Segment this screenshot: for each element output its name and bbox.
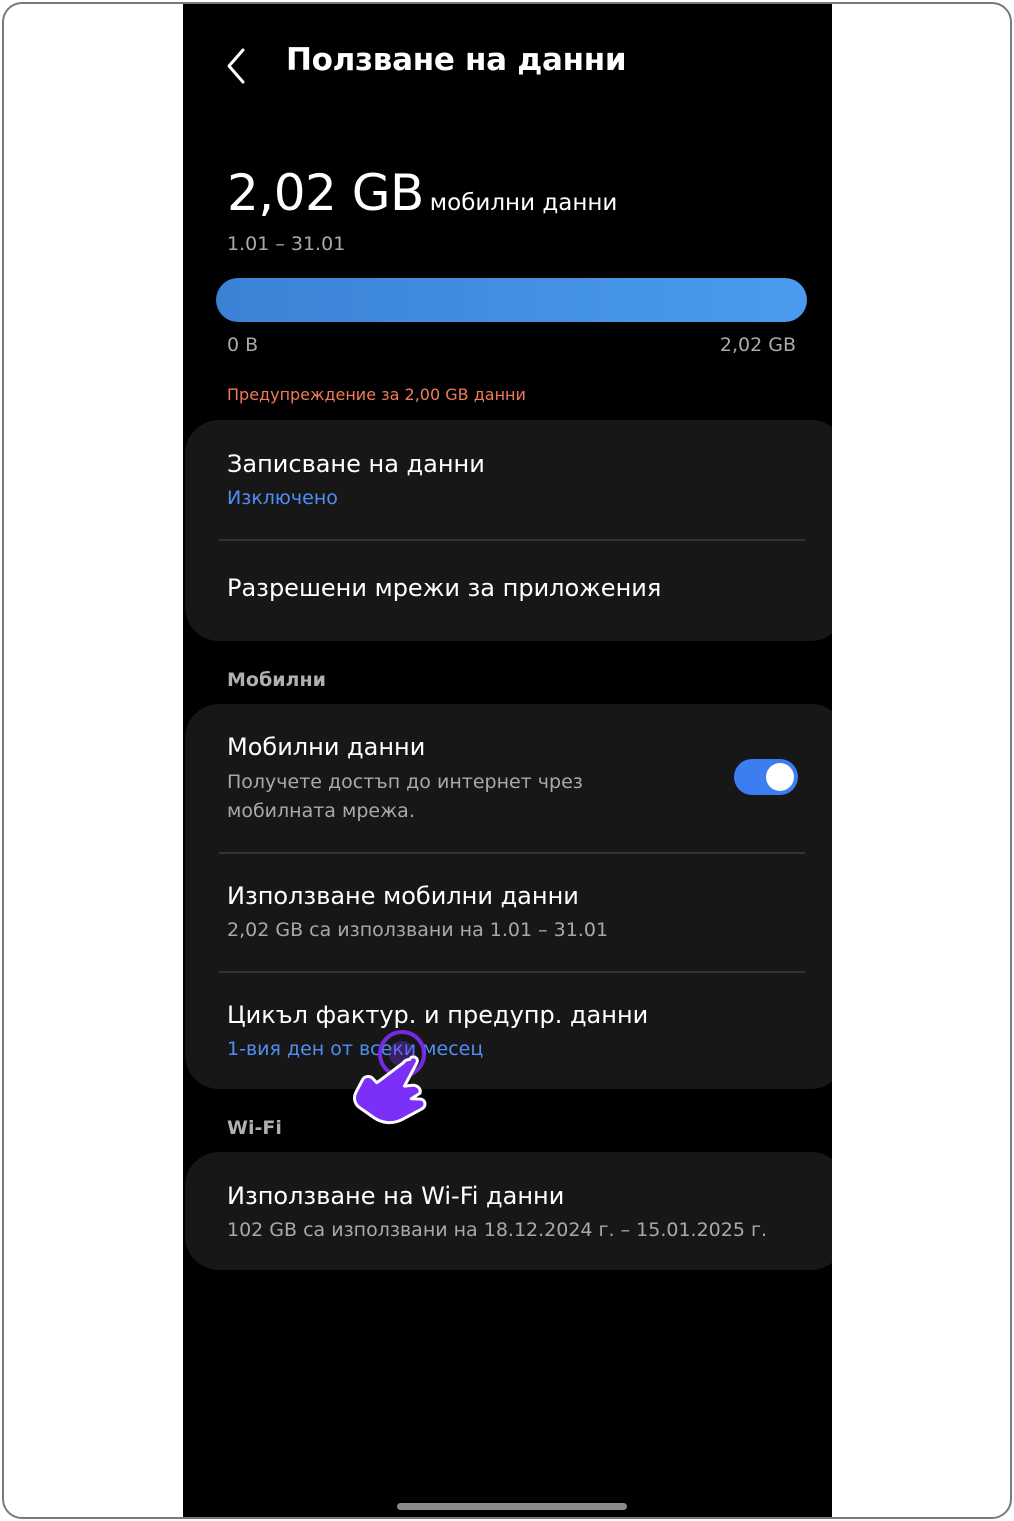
billing-cycle-title: Цикъл фактур. и предупр. данни xyxy=(227,1001,649,1029)
data-saver-row[interactable]: Записване на данни Изключено xyxy=(185,420,832,538)
usage-unit: мобилни данни xyxy=(429,190,618,216)
wifi-card: Използване на Wi-Fi данни 102 GB са изпо… xyxy=(185,1152,832,1270)
mobile-data-desc-line2: мобилната мрежа. xyxy=(227,800,415,822)
allowed-networks-row[interactable]: Разрешени мрежи за приложения xyxy=(185,541,832,641)
usage-period: 1.01 – 31.01 xyxy=(227,233,346,255)
back-button[interactable] xyxy=(219,40,259,88)
mobile-data-title: Мобилни данни xyxy=(227,733,426,761)
billing-cycle-row[interactable]: Цикъл фактур. и предупр. данни 1-вия ден… xyxy=(185,973,832,1089)
data-saver-card: Записване на данни Изключено Разрешени м… xyxy=(185,420,832,641)
bar-max-label: 2,02 GB xyxy=(719,334,796,356)
data-saver-title: Записване на данни xyxy=(227,450,485,478)
section-label-wifi: Wi-Fi xyxy=(227,1117,282,1139)
mobile-data-usage-title: Използване мобилни данни xyxy=(227,882,579,910)
mobile-data-desc-line1: Получете достъп до интернет чрез xyxy=(227,771,583,793)
mobile-data-toggle[interactable] xyxy=(734,759,798,795)
wifi-usage-row[interactable]: Използване на Wi-Fi данни 102 GB са изпо… xyxy=(185,1152,832,1270)
usage-progress-bar xyxy=(216,278,807,322)
section-label-mobile: Мобилни xyxy=(227,669,326,691)
mobile-data-usage-row[interactable]: Използване мобилни данни 2,02 GB са изпо… xyxy=(185,854,832,971)
usage-amount: 2,02 GB xyxy=(227,164,424,222)
allowed-networks-title: Разрешени мрежи за приложения xyxy=(227,574,662,602)
billing-cycle-sub: 1-вия ден от всеки месец xyxy=(227,1038,484,1060)
usage-summary: 2,02 GB мобилни данни xyxy=(227,164,617,222)
mobile-data-row[interactable]: Мобилни данни Получете достъп до интерне… xyxy=(185,704,832,852)
usage-progress-fill xyxy=(216,278,807,322)
app-header: Ползване на данни xyxy=(183,34,832,98)
data-warning-label: Предупреждение за 2,00 GB данни xyxy=(227,385,526,404)
toggle-knob xyxy=(766,763,794,791)
mobile-data-usage-sub: 2,02 GB са използвани на 1.01 – 31.01 xyxy=(227,919,609,941)
page-title: Ползване на данни xyxy=(286,42,627,78)
mobile-data-card: Мобилни данни Получете достъп до интерне… xyxy=(185,704,832,1089)
home-indicator[interactable] xyxy=(397,1503,627,1510)
data-saver-status: Изключено xyxy=(227,487,338,509)
wifi-usage-title: Използване на Wi-Fi данни xyxy=(227,1182,565,1210)
bar-min-label: 0 B xyxy=(227,334,259,356)
wifi-usage-sub: 102 GB са използвани на 18.12.2024 г. – … xyxy=(227,1219,768,1241)
phone-screen: Ползване на данни 2,02 GB мобилни данни 1… xyxy=(183,4,832,1517)
chevron-left-icon xyxy=(227,48,245,84)
